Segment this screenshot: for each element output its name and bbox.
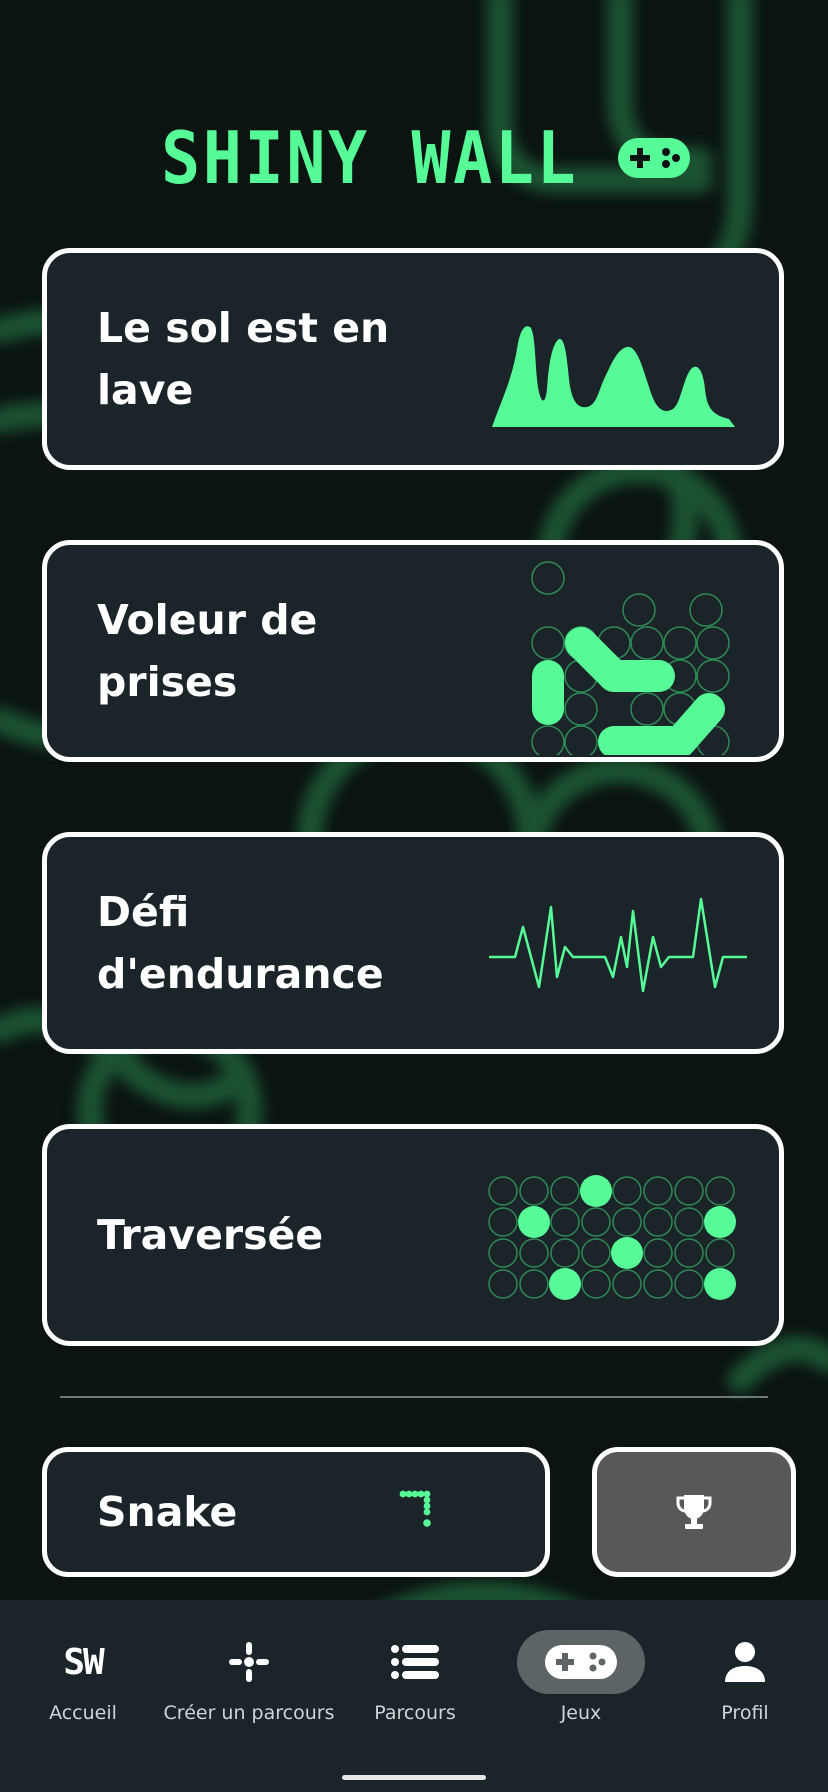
game-card-title: Voleur de prises	[97, 596, 318, 706]
nav-icon-container	[185, 1630, 313, 1694]
nav-item-jeux[interactable]: Jeux	[498, 1630, 664, 1750]
nav-item-profil[interactable]: Profil	[662, 1630, 828, 1750]
game-card-traverse[interactable]: Traversée	[42, 1124, 784, 1346]
dot-grid-icon	[488, 1175, 736, 1300]
sw-logo-icon: SW	[63, 1641, 104, 1683]
nav-label: Profil	[721, 1702, 769, 1724]
nav-item-accueil[interactable]: SW Accueil	[0, 1630, 166, 1750]
nav-icon-container	[351, 1630, 479, 1694]
gamepad-icon	[545, 1645, 617, 1679]
list-icon	[391, 1645, 439, 1679]
nav-item-creer-parcours[interactable]: Créer un parcours	[164, 1630, 334, 1750]
game-card-hold-thief[interactable]: Voleur de prises	[42, 540, 784, 762]
crosshair-icon	[229, 1642, 269, 1682]
divider	[60, 1396, 768, 1398]
leaderboard-button[interactable]	[592, 1447, 796, 1577]
nav-icon-container	[681, 1630, 809, 1694]
nav-icon-container: SW	[19, 1630, 147, 1694]
heartbeat-icon	[489, 897, 747, 993]
gamepad-icon	[617, 138, 690, 178]
game-card-lava[interactable]: Le sol est en lave	[42, 248, 784, 470]
home-indicator	[342, 1775, 486, 1780]
snake-title: Snake	[97, 1488, 238, 1536]
logo-text: SHINY WALL	[161, 116, 579, 200]
game-card-title: Le sol est en lave	[97, 304, 390, 414]
game-card-snake[interactable]: Snake	[42, 1447, 550, 1577]
lava-waves-icon	[492, 326, 735, 427]
nav-icon-container-active	[517, 1630, 645, 1694]
game-card-title: Traversée	[97, 1211, 324, 1259]
nav-item-parcours[interactable]: Parcours	[332, 1630, 498, 1750]
bottom-nav: SW Accueil Créer un parcours Parcours Je…	[0, 1600, 828, 1792]
snake-icon	[399, 1490, 431, 1527]
app-logo: SHINY WALL	[0, 116, 828, 200]
game-card-title: Défi d'endurance	[97, 888, 384, 998]
hold-path-icon	[531, 561, 730, 755]
person-icon	[725, 1642, 765, 1682]
trophy-icon	[676, 1495, 712, 1529]
game-card-endurance[interactable]: Défi d'endurance	[42, 832, 784, 1054]
